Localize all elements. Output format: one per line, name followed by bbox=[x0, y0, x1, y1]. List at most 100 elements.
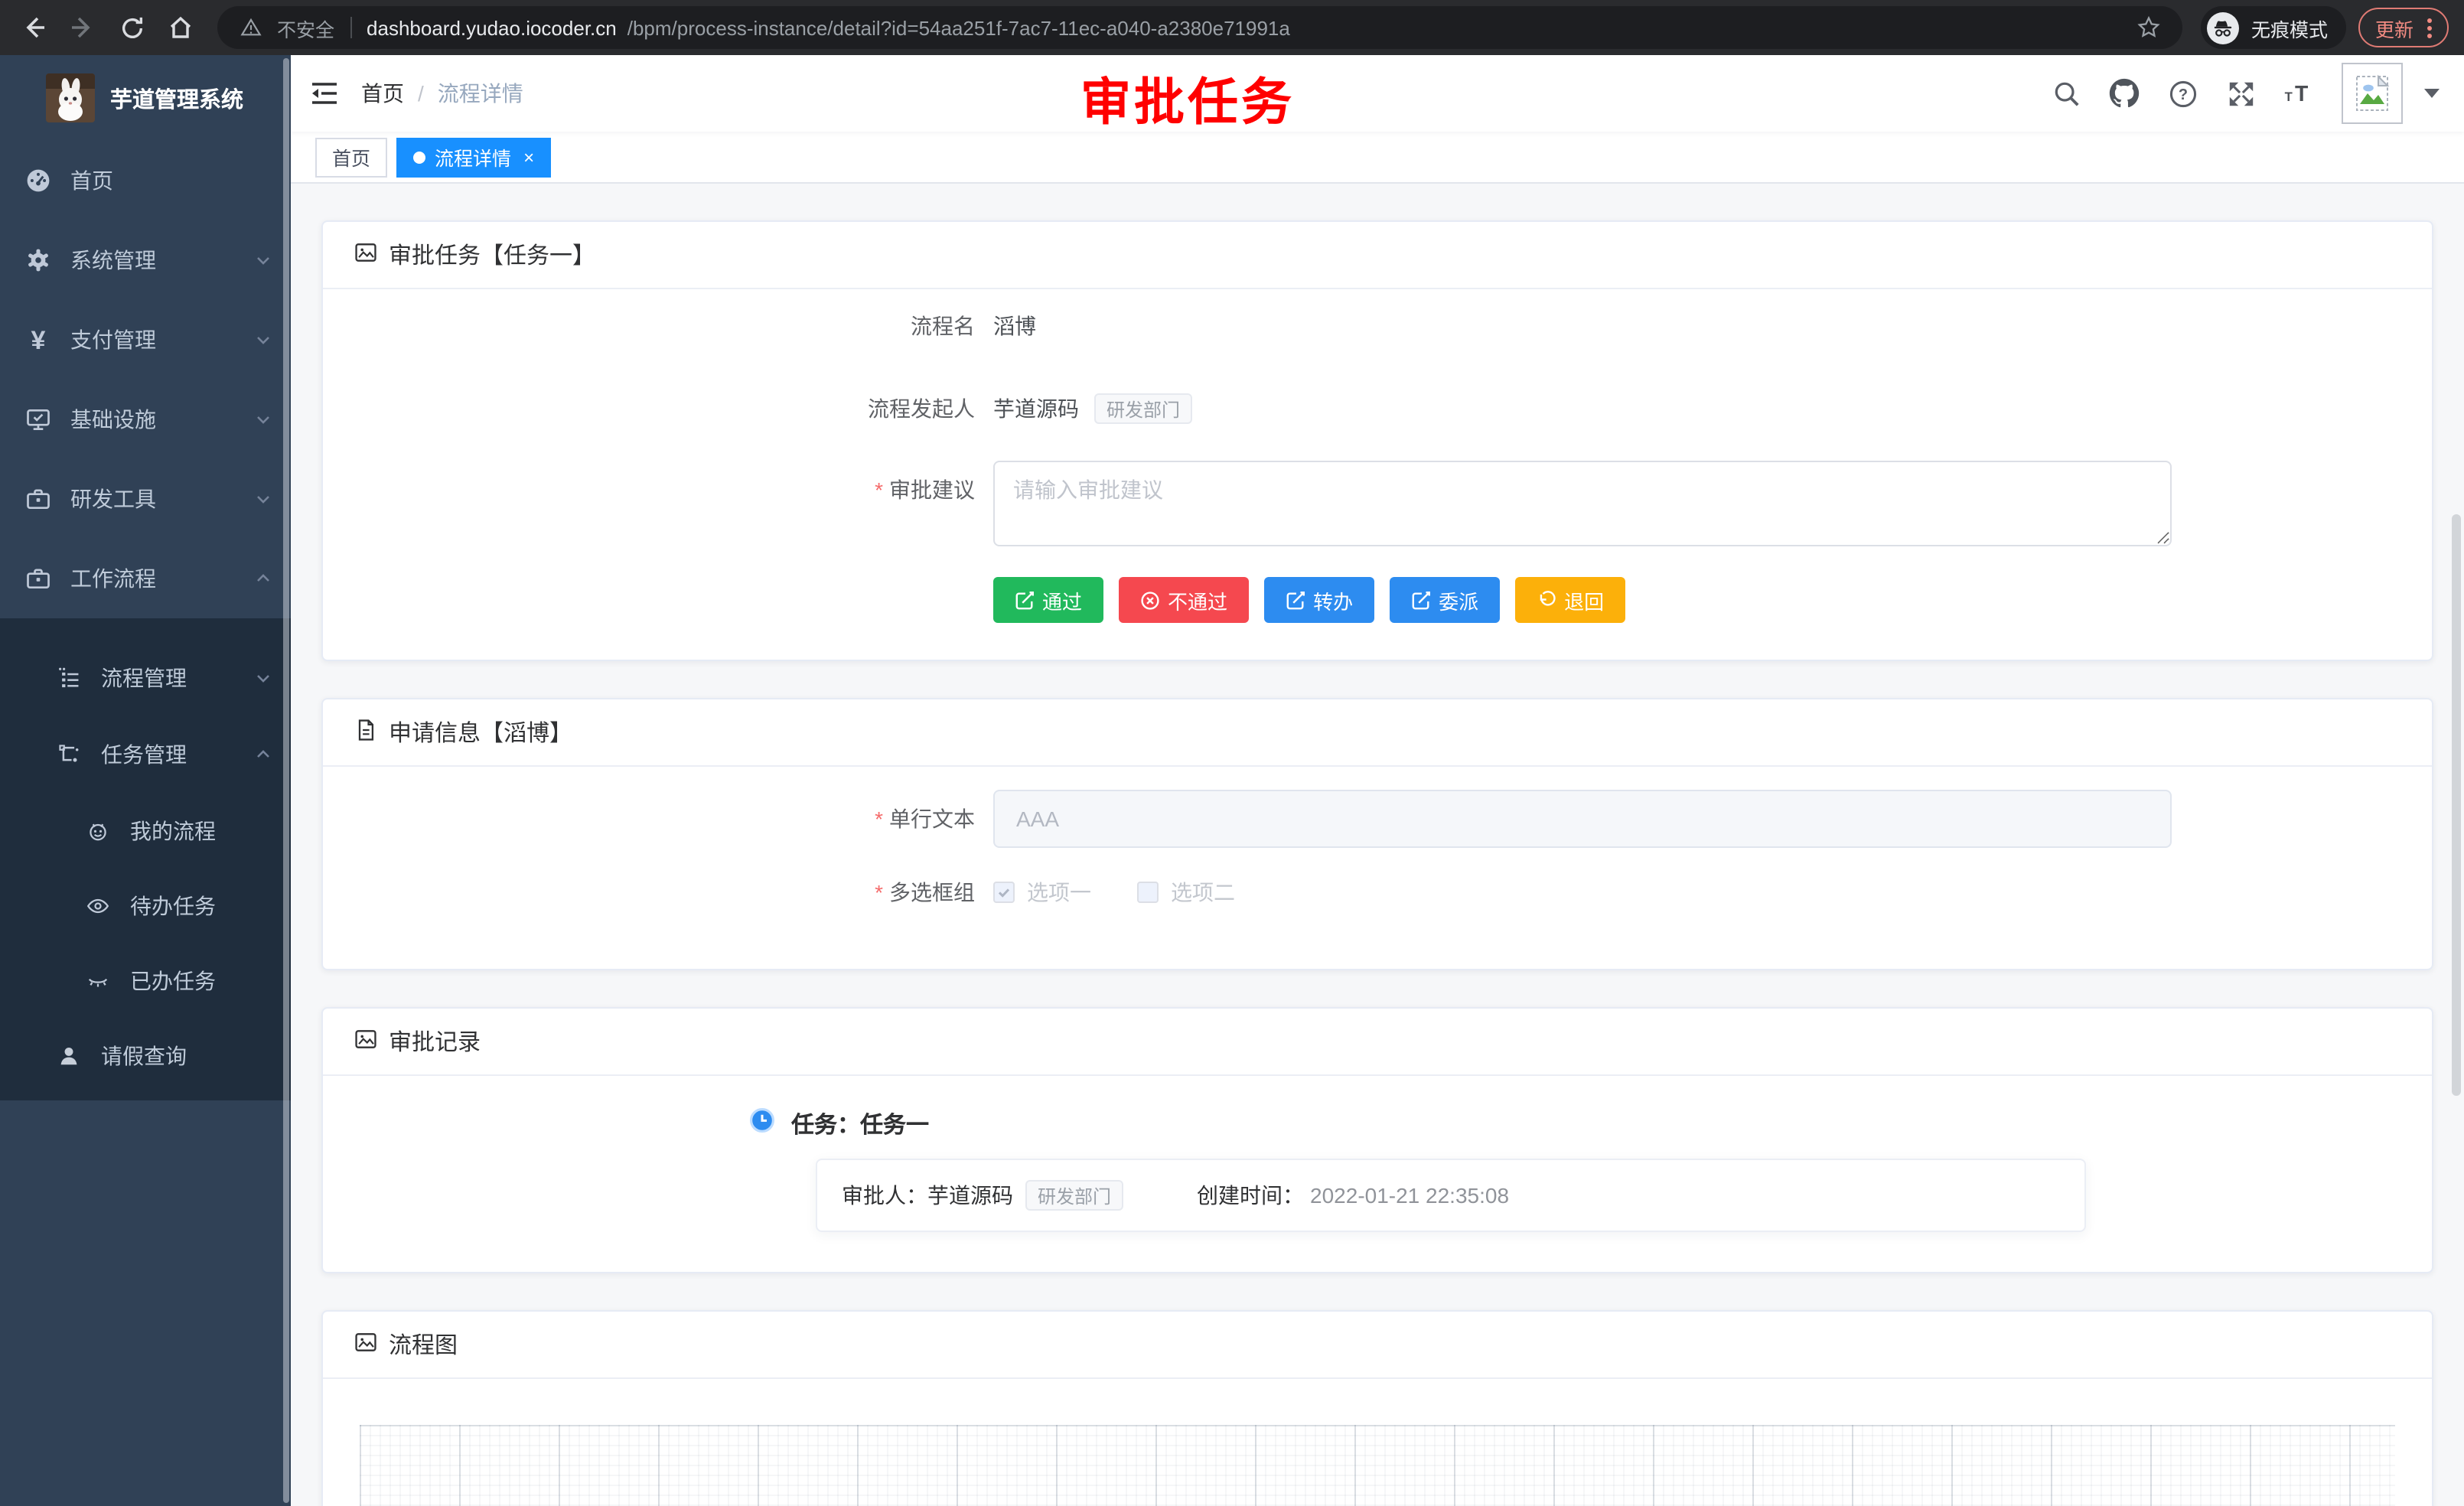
chevron-down-icon bbox=[254, 251, 272, 269]
card-title: 审批记录 bbox=[389, 1025, 481, 1058]
sidebar-item-payment[interactable]: ¥ 支付管理 bbox=[0, 300, 291, 380]
clock-icon bbox=[748, 1106, 776, 1141]
briefcase-icon bbox=[24, 565, 52, 592]
initiator-row: 流程发起人 芋道源码 研发部门 bbox=[354, 378, 2401, 439]
search-icon[interactable] bbox=[2051, 78, 2081, 109]
sidebar-item-task-mgmt[interactable]: 任务管理 bbox=[0, 716, 291, 793]
breadcrumb: 首页 / 流程详情 bbox=[361, 78, 523, 109]
sidebar-item-label: 基础设施 bbox=[70, 404, 156, 435]
url-domain: dashboard.yudao.iocoder.cn bbox=[367, 16, 617, 39]
delegate-button[interactable]: 委派 bbox=[1390, 577, 1500, 623]
navbar: 首页 / 流程详情 审批任务 ? bbox=[291, 55, 2464, 132]
process-name-value: 滔博 bbox=[993, 311, 1036, 341]
created-time: 2022-01-21 22:35:08 bbox=[1310, 1183, 1509, 1208]
tag-close-icon[interactable]: × bbox=[523, 148, 534, 166]
chevron-down-icon bbox=[254, 331, 272, 349]
card-header: 流程图 bbox=[323, 1312, 2432, 1379]
eye-closed-icon bbox=[84, 967, 112, 994]
sidebar-item-label: 工作流程 bbox=[70, 563, 156, 594]
reload-icon[interactable] bbox=[113, 9, 150, 46]
card-title: 申请信息【滔博】 bbox=[389, 716, 572, 748]
update-label: 更新 bbox=[2375, 13, 2413, 42]
chevron-down-icon bbox=[254, 669, 272, 687]
app-logo bbox=[46, 73, 95, 122]
chevron-up-icon bbox=[254, 745, 272, 764]
tag-home[interactable]: 首页 bbox=[315, 137, 387, 177]
created-label: 创建时间： bbox=[1197, 1180, 1304, 1211]
toolbox-icon bbox=[24, 485, 52, 513]
avatar-dropdown-caret-icon[interactable] bbox=[2424, 89, 2440, 98]
url-divider bbox=[350, 17, 351, 38]
assignee-value: 芋道源码 bbox=[927, 1180, 1013, 1211]
font-size-icon[interactable]: TT bbox=[2283, 78, 2314, 109]
card-header: 申请信息【滔博】 bbox=[323, 699, 2432, 767]
update-button[interactable]: 更新 bbox=[2358, 8, 2449, 47]
initiator-value: 芋道源码 bbox=[993, 393, 1079, 424]
browser-menu-icon[interactable] bbox=[2427, 18, 2432, 37]
forward-icon[interactable] bbox=[64, 9, 101, 46]
breadcrumb-separator: / bbox=[418, 81, 424, 106]
sidebar-item-todo-tasks[interactable]: 待办任务 bbox=[0, 868, 291, 943]
field-label: 流程名 bbox=[354, 311, 993, 341]
sidebar-item-process-mgmt[interactable]: 流程管理 bbox=[0, 640, 291, 716]
sidebar-item-label: 研发工具 bbox=[70, 484, 156, 514]
workflow-submenu: 流程管理 任务管理 bbox=[0, 618, 291, 1100]
tags-view-bar: 首页 流程详情 × bbox=[291, 132, 2464, 184]
security-label: 不安全 bbox=[277, 13, 334, 42]
task-title: 任务：任务一 bbox=[791, 1107, 929, 1139]
url-bar[interactable]: 不安全 dashboard.yudao.iocoder.cn /bpm/proc… bbox=[217, 6, 2182, 49]
action-buttons-row: 通过 不通过 转办 委 bbox=[354, 577, 2401, 660]
sidebar-item-workflow[interactable]: 工作流程 bbox=[0, 539, 291, 618]
card-header: 审批记录 bbox=[323, 1009, 2432, 1076]
back-icon[interactable] bbox=[15, 9, 52, 46]
process-name-row: 流程名 滔博 bbox=[354, 295, 2401, 357]
sidebar: 芋道管理系统 首页 系统管理 ¥ 支付管理 bbox=[0, 55, 291, 1506]
breadcrumb-home[interactable]: 首页 bbox=[361, 78, 404, 109]
sidebar-item-done-tasks[interactable]: 已办任务 bbox=[0, 943, 291, 1018]
bookmark-star-icon[interactable] bbox=[2133, 12, 2164, 43]
page-content: 审批任务【任务一】 流程名 滔博 流程发起人 芋道源码 研发部门 bbox=[291, 184, 2464, 1506]
sidebar-item-leave-query[interactable]: 请假查询 bbox=[0, 1018, 291, 1094]
breadcrumb-current: 流程详情 bbox=[438, 78, 523, 109]
approval-task-card: 审批任务【任务一】 流程名 滔博 流程发起人 芋道源码 研发部门 bbox=[321, 220, 2433, 661]
sidebar-collapse-icon[interactable] bbox=[309, 78, 340, 109]
yuan-icon: ¥ bbox=[24, 326, 52, 354]
transfer-button[interactable]: 转办 bbox=[1264, 577, 1374, 623]
sidebar-item-label: 首页 bbox=[70, 165, 113, 196]
picture-icon bbox=[354, 1329, 378, 1360]
approve-button[interactable]: 通过 bbox=[993, 577, 1103, 623]
home-icon[interactable] bbox=[162, 9, 199, 46]
assignee-label: 审批人： bbox=[842, 1180, 927, 1211]
tag-process-detail[interactable]: 流程详情 × bbox=[396, 137, 551, 177]
checkbox-checked-icon bbox=[993, 882, 1015, 903]
sidebar-item-home[interactable]: 首页 bbox=[0, 141, 291, 220]
browser-toolbar: 不安全 dashboard.yudao.iocoder.cn /bpm/proc… bbox=[0, 0, 2464, 55]
fullscreen-icon[interactable] bbox=[2225, 78, 2256, 109]
app-logo-row[interactable]: 芋道管理系统 bbox=[0, 55, 291, 141]
checkbox-group-row: 多选框组 选项一 选项二 bbox=[354, 877, 2401, 908]
incognito-icon bbox=[2207, 11, 2239, 44]
suggest-textarea[interactable] bbox=[993, 461, 2172, 546]
avatar[interactable] bbox=[2342, 63, 2403, 124]
card-header: 审批任务【任务一】 bbox=[323, 222, 2432, 289]
svg-text:T: T bbox=[2295, 82, 2308, 106]
sidebar-item-system[interactable]: 系统管理 bbox=[0, 220, 291, 300]
suggest-row: 审批建议 bbox=[354, 461, 2401, 546]
github-icon[interactable] bbox=[2109, 78, 2140, 109]
tag-label: 流程详情 bbox=[435, 142, 511, 171]
reject-button[interactable]: 不通过 bbox=[1119, 577, 1249, 623]
single-line-text-input bbox=[993, 790, 2172, 848]
svg-text:T: T bbox=[2285, 90, 2293, 104]
monitor-check-icon bbox=[24, 406, 52, 433]
sidebar-item-devtools[interactable]: 研发工具 bbox=[0, 459, 291, 539]
sidebar-item-label: 流程管理 bbox=[101, 663, 187, 693]
return-button[interactable]: 退回 bbox=[1515, 577, 1625, 623]
main-area: 首页 / 流程详情 审批任务 ? bbox=[291, 55, 2464, 1506]
sidebar-item-label: 请假查询 bbox=[101, 1041, 187, 1071]
sidebar-item-label: 我的流程 bbox=[130, 815, 216, 846]
sidebar-item-my-process[interactable]: 我的流程 bbox=[0, 793, 291, 868]
sidebar-item-infrastructure[interactable]: 基础设施 bbox=[0, 380, 291, 459]
picture-icon bbox=[354, 240, 378, 270]
help-icon[interactable]: ? bbox=[2167, 78, 2198, 109]
bpmn-canvas-grid[interactable] bbox=[360, 1425, 2395, 1506]
